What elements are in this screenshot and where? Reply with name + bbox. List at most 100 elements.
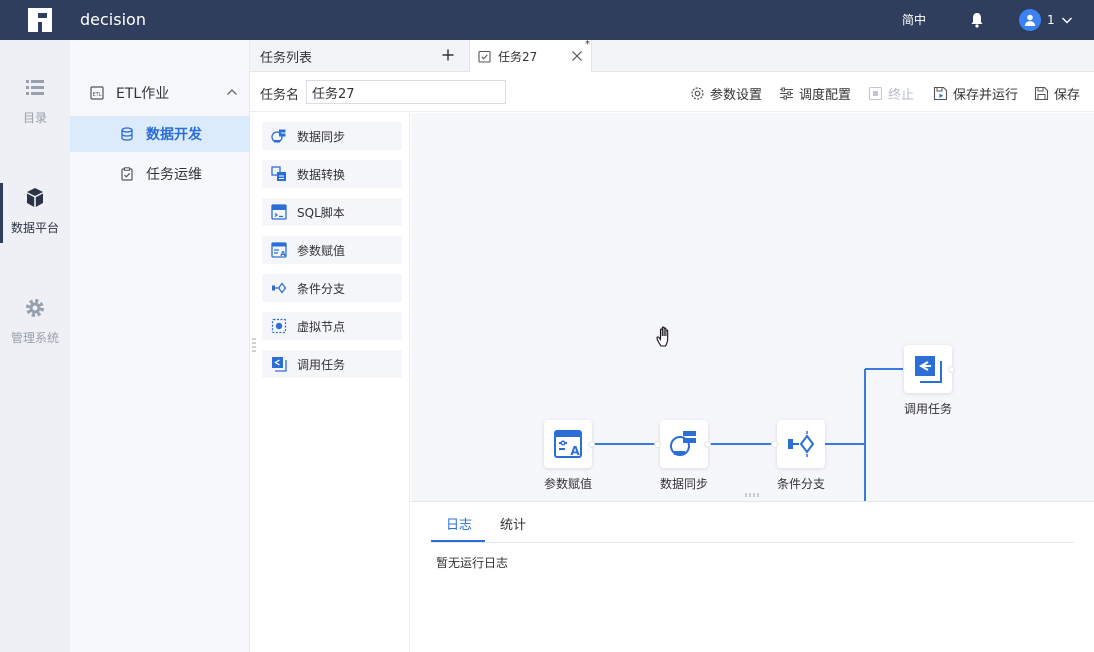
stop-icon xyxy=(868,86,883,101)
canvas-node-condition-branch[interactable] xyxy=(777,420,825,468)
save-and-run-label: 保存并运行 xyxy=(953,88,1019,103)
stop-label: 终止 xyxy=(888,88,915,103)
schedule-config-label: 调度配置 xyxy=(799,88,852,103)
task-name-label: 任务名 xyxy=(260,88,300,103)
stop-button[interactable]: 终止 xyxy=(868,84,914,103)
svg-text:A: A xyxy=(570,444,580,458)
call-task-icon xyxy=(272,357,287,372)
palette-item-data-transform[interactable]: 数据转换 xyxy=(262,160,402,188)
module-sidebar: ETL ETL作业 数据开发 任务运维 xyxy=(70,40,250,652)
clipboard-check-icon xyxy=(121,167,133,181)
nav-item-catalog[interactable]: 目录 xyxy=(0,77,70,147)
language-switch[interactable]: 简中 xyxy=(902,11,926,28)
param-settings-button[interactable]: 参数设置 xyxy=(690,84,762,103)
canvas-node-call-task[interactable] xyxy=(904,345,952,393)
sidebar-item-task-ops[interactable]: 任务运维 xyxy=(70,156,250,192)
palette-item-label: 条件分支 xyxy=(297,281,346,296)
data-transform-icon xyxy=(271,166,286,181)
task-icon xyxy=(478,50,491,63)
node-input-port[interactable] xyxy=(771,441,778,448)
user-name: 1 xyxy=(1047,13,1055,27)
palette-item-condition-branch[interactable]: 条件分支 xyxy=(262,274,402,302)
etl-icon: ETL xyxy=(90,86,104,100)
tab-task-27[interactable]: 任务27 * xyxy=(470,39,592,73)
gear-icon xyxy=(26,299,44,317)
param-assign-icon: A xyxy=(554,430,582,458)
plus-icon[interactable] xyxy=(441,48,455,62)
user-icon xyxy=(1024,14,1036,26)
sql-script-icon xyxy=(271,204,287,220)
sidebar-item-label: 数据开发 xyxy=(146,127,202,143)
canvas-node-param-assign[interactable]: A xyxy=(544,420,592,468)
nav-item-data-platform[interactable]: 数据平台 xyxy=(0,183,70,257)
condition-branch-icon xyxy=(788,431,815,457)
node-output-port[interactable] xyxy=(704,441,711,448)
log-resize-handle[interactable] xyxy=(745,493,759,497)
palette-item-label: 虚拟节点 xyxy=(297,319,346,334)
canvas-node-label: 调用任务 xyxy=(903,402,952,416)
settings-icon xyxy=(691,87,704,100)
nav-item-management[interactable]: 管理系统 xyxy=(0,297,70,367)
call-task-icon xyxy=(915,356,942,383)
task-toolbar: 任务名 参数设置 调度配置 终止 保存并运行 xyxy=(250,72,1094,112)
param-settings-label: 参数设置 xyxy=(710,88,763,103)
node-output-port[interactable] xyxy=(948,366,955,373)
palette-item-label: SQL脚本 xyxy=(297,205,345,220)
top-bar: decision 简中 1 xyxy=(0,0,1094,40)
sidebar-group-label: ETL作业 xyxy=(116,86,170,102)
nav-item-label: 数据平台 xyxy=(10,221,59,235)
tab-task-list[interactable]: 任务列表 xyxy=(250,40,470,72)
sidebar-group-etl[interactable]: ETL ETL作业 xyxy=(70,80,250,106)
node-output-port[interactable] xyxy=(588,441,595,448)
cubes-icon xyxy=(27,188,43,207)
task-name-input[interactable] xyxy=(306,80,506,104)
close-icon[interactable] xyxy=(571,50,583,62)
data-sync-icon xyxy=(271,129,286,143)
palette-item-sql-script[interactable]: SQL脚本 xyxy=(262,198,402,226)
tab-task-list-label: 任务列表 xyxy=(260,50,313,66)
database-icon xyxy=(121,127,133,141)
sliders-icon xyxy=(780,87,793,100)
node-palette: 数据同步 数据转换 SQL脚本 A 参数赋值 条件分支 虚拟节点 调用任务 xyxy=(250,112,410,652)
palette-item-label: 数据同步 xyxy=(297,129,346,144)
nav-item-label: 目录 xyxy=(22,111,47,125)
unsaved-marker: * xyxy=(585,39,590,50)
log-empty-text: 暂无运行日志 xyxy=(436,556,509,570)
schedule-config-button[interactable]: 调度配置 xyxy=(779,84,851,103)
svg-text:ETL: ETL xyxy=(93,92,102,98)
canvas-node-label: 条件分支 xyxy=(776,477,825,491)
tab-log[interactable]: 日志 xyxy=(446,514,472,533)
hand-cursor-icon xyxy=(656,326,669,347)
sidebar-item-data-dev[interactable]: 数据开发 xyxy=(70,116,250,152)
palette-item-virtual-node[interactable]: 虚拟节点 xyxy=(262,312,402,340)
palette-item-param-assign[interactable]: A 参数赋值 xyxy=(262,236,402,264)
active-tab-indicator xyxy=(431,540,485,542)
user-menu[interactable]: 1 xyxy=(1019,9,1073,31)
condition-branch-icon xyxy=(272,282,287,294)
palette-item-label: 参数赋值 xyxy=(297,243,346,258)
avatar xyxy=(1019,9,1041,31)
nav-item-label: 管理系统 xyxy=(10,331,59,345)
sidebar-item-label: 任务运维 xyxy=(146,167,202,183)
app-logo-icon[interactable] xyxy=(26,6,54,34)
panel-resize-handle[interactable] xyxy=(252,338,256,352)
palette-item-call-task[interactable]: 调用任务 xyxy=(262,350,402,378)
svg-text:A: A xyxy=(280,250,286,258)
save-run-icon xyxy=(933,86,948,101)
canvas-node-label: 参数赋值 xyxy=(543,477,592,491)
chevron-up-icon[interactable] xyxy=(226,86,238,98)
save-and-run-button[interactable]: 保存并运行 xyxy=(933,84,1018,103)
bell-icon[interactable] xyxy=(970,12,984,28)
chevron-down-icon xyxy=(1061,17,1072,24)
save-button[interactable]: 保存 xyxy=(1034,84,1080,103)
app-title: decision xyxy=(80,10,146,29)
log-divider xyxy=(431,542,1074,543)
log-panel: 日志 统计 暂无运行日志 xyxy=(411,501,1094,652)
canvas-node-data-sync[interactable] xyxy=(660,420,708,468)
virtual-node-icon xyxy=(271,318,287,334)
node-input-port[interactable] xyxy=(654,441,661,448)
tab-stats[interactable]: 统计 xyxy=(500,514,526,533)
workflow-canvas[interactable]: A 参数赋值 数据同步 条件分支 调用任务 xyxy=(411,113,1094,501)
palette-item-data-sync[interactable]: 数据同步 xyxy=(262,122,402,150)
palette-item-label: 数据转换 xyxy=(297,167,346,182)
